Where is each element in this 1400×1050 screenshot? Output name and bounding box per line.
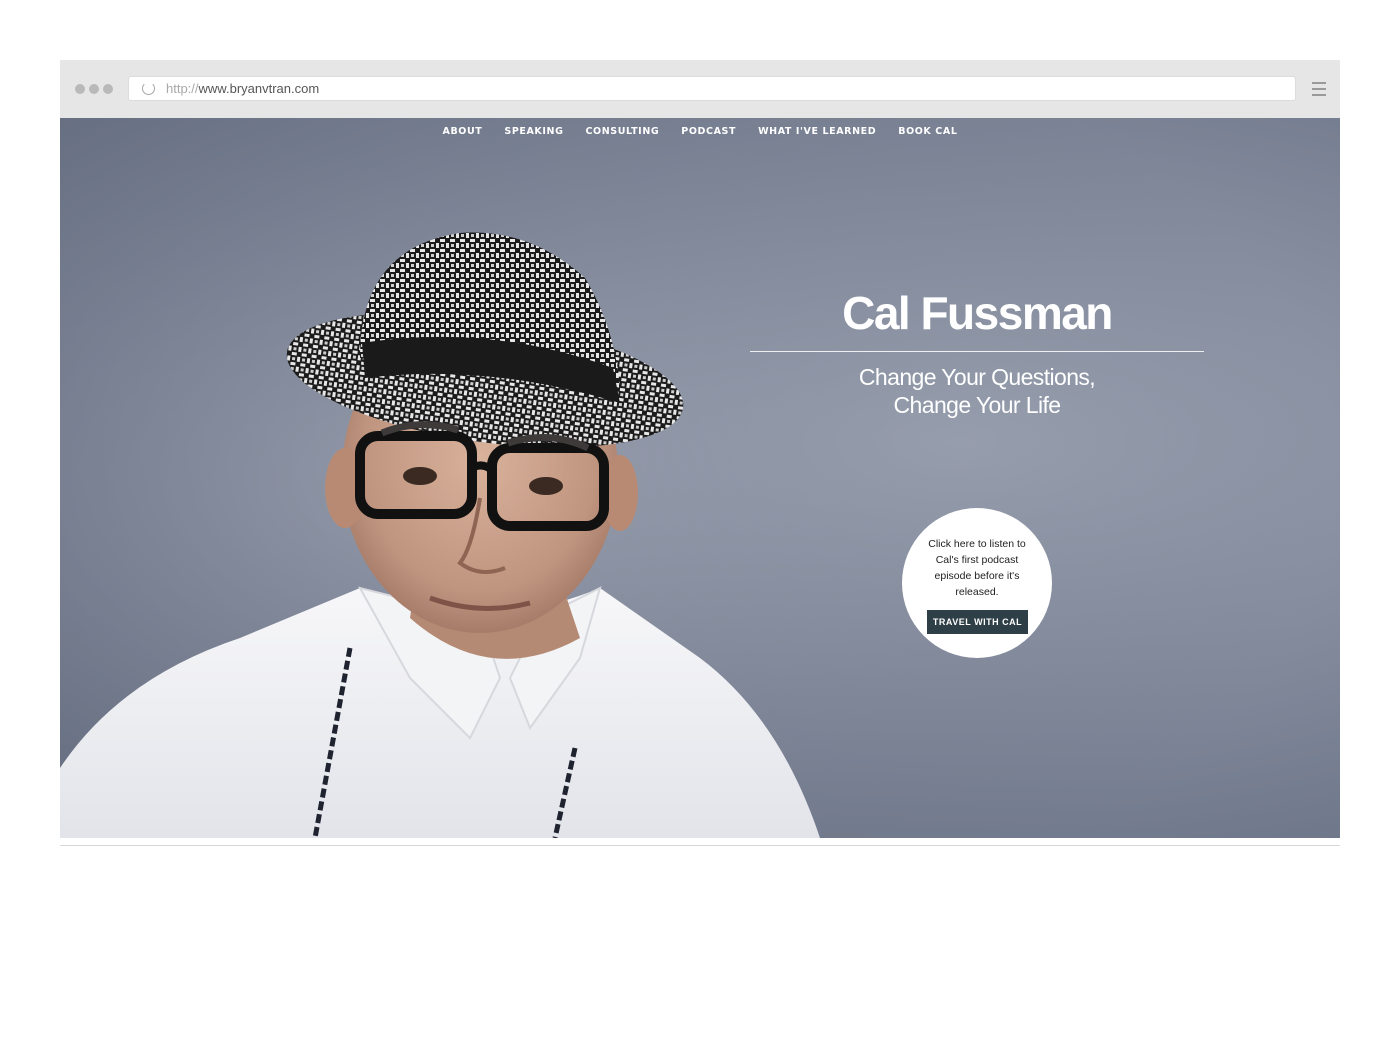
- subtitle-line-1: Change Your Questions,: [858, 364, 1096, 390]
- cta-description: Click here to listen to Cal's first podc…: [928, 538, 1026, 598]
- url-protocol: http://: [166, 81, 199, 96]
- browser-toolbar: http://www.bryanvtran.com: [60, 60, 1340, 118]
- subtitle-line-2: Change Your Life: [893, 392, 1061, 418]
- podcast-cta-card: Click here to listen to Cal's first podc…: [902, 508, 1052, 658]
- hero-section: ABOUT SPEAKING CONSULTING PODCAST WHAT I…: [60, 118, 1340, 838]
- nav-item-book-cal[interactable]: BOOK CAL: [898, 126, 957, 137]
- window-dot-icon[interactable]: [103, 84, 113, 94]
- nav-item-speaking[interactable]: SPEAKING: [504, 126, 563, 137]
- hero-title: Cal Fussman: [842, 287, 1113, 339]
- window-dot-icon[interactable]: [75, 84, 85, 94]
- window-dot-icon[interactable]: [89, 84, 99, 94]
- address-bar[interactable]: http://www.bryanvtran.com: [128, 76, 1296, 101]
- travel-with-cal-button[interactable]: TRAVEL WITH CAL: [927, 610, 1028, 634]
- url-host: www.bryanvtran.com: [198, 81, 320, 96]
- nav-item-podcast[interactable]: PODCAST: [681, 126, 736, 137]
- browser-window: http://www.bryanvtran.com ABOUT SPEAKING…: [60, 60, 1340, 846]
- window-controls: [75, 84, 113, 94]
- title-divider: [750, 351, 1204, 352]
- nav-item-consulting[interactable]: CONSULTING: [585, 126, 659, 137]
- url-text[interactable]: http://www.bryanvtran.com: [166, 82, 319, 96]
- portrait-photo: [60, 118, 1340, 838]
- hamburger-menu-icon[interactable]: [1312, 82, 1326, 100]
- hero-subtitle: Change Your Questions, Change Your Life: [750, 363, 1204, 419]
- main-nav: ABOUT SPEAKING CONSULTING PODCAST WHAT I…: [60, 126, 1340, 137]
- reload-icon[interactable]: [142, 82, 155, 95]
- nav-item-about[interactable]: ABOUT: [443, 126, 483, 137]
- nav-item-what-ive-learned[interactable]: WHAT I'VE LEARNED: [758, 126, 876, 137]
